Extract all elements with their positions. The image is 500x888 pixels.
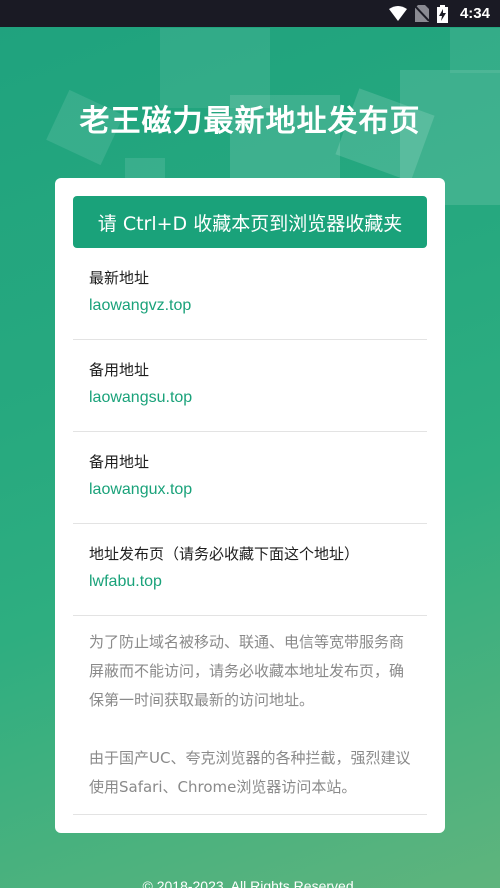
address-item-backup-2: 备用地址 laowangux.top xyxy=(73,432,427,524)
address-link[interactable]: laowangsu.top xyxy=(89,389,427,407)
address-label: 备用地址 xyxy=(89,361,150,379)
page-title: 老王磁力最新地址发布页 xyxy=(79,104,421,139)
address-link[interactable]: laowangvz.top xyxy=(89,297,427,315)
address-link[interactable]: laowangux.top xyxy=(89,481,427,499)
notice-block: 为了防止域名被移动、联通、电信等宽带服务商屏蔽而不能访问，请务必收藏本地址发布页… xyxy=(73,616,427,815)
address-label: 地址发布页（请务必收藏下面这个地址） xyxy=(89,545,360,563)
notice-text: 由于国产UC、夸克浏览器的各种拦截，强烈建议使用Safari、Chrome浏览器… xyxy=(89,749,411,796)
address-label: 最新地址 xyxy=(89,269,150,287)
footer-copyright: © 2018-2023. All Rights Reserved. xyxy=(142,878,358,888)
bookmark-hint-button[interactable]: 请 Ctrl+D 收藏本页到浏览器收藏夹 xyxy=(73,196,427,248)
address-card: 请 Ctrl+D 收藏本页到浏览器收藏夹 最新地址 laowangvz.top … xyxy=(55,178,445,833)
wifi-icon xyxy=(388,6,407,21)
status-bar: 4:34 xyxy=(0,0,500,27)
status-time: 4:34 xyxy=(459,5,490,22)
address-item-backup-1: 备用地址 laowangsu.top xyxy=(73,340,427,432)
decorative-square xyxy=(450,28,500,73)
address-item-latest: 最新地址 laowangvz.top xyxy=(73,248,427,340)
battery-charging-icon xyxy=(436,4,448,23)
address-link[interactable]: lwfabu.top xyxy=(89,573,427,591)
address-list: 最新地址 laowangvz.top 备用地址 laowangsu.top 备用… xyxy=(73,248,427,616)
notice-text: 为了防止域名被移动、联通、电信等宽带服务商屏蔽而不能访问，请务必收藏本地址发布页… xyxy=(89,633,405,709)
no-sim-icon xyxy=(414,5,429,22)
address-label: 备用地址 xyxy=(89,453,150,471)
address-item-publish-page: 地址发布页（请务必收藏下面这个地址） lwfabu.top xyxy=(73,524,427,616)
